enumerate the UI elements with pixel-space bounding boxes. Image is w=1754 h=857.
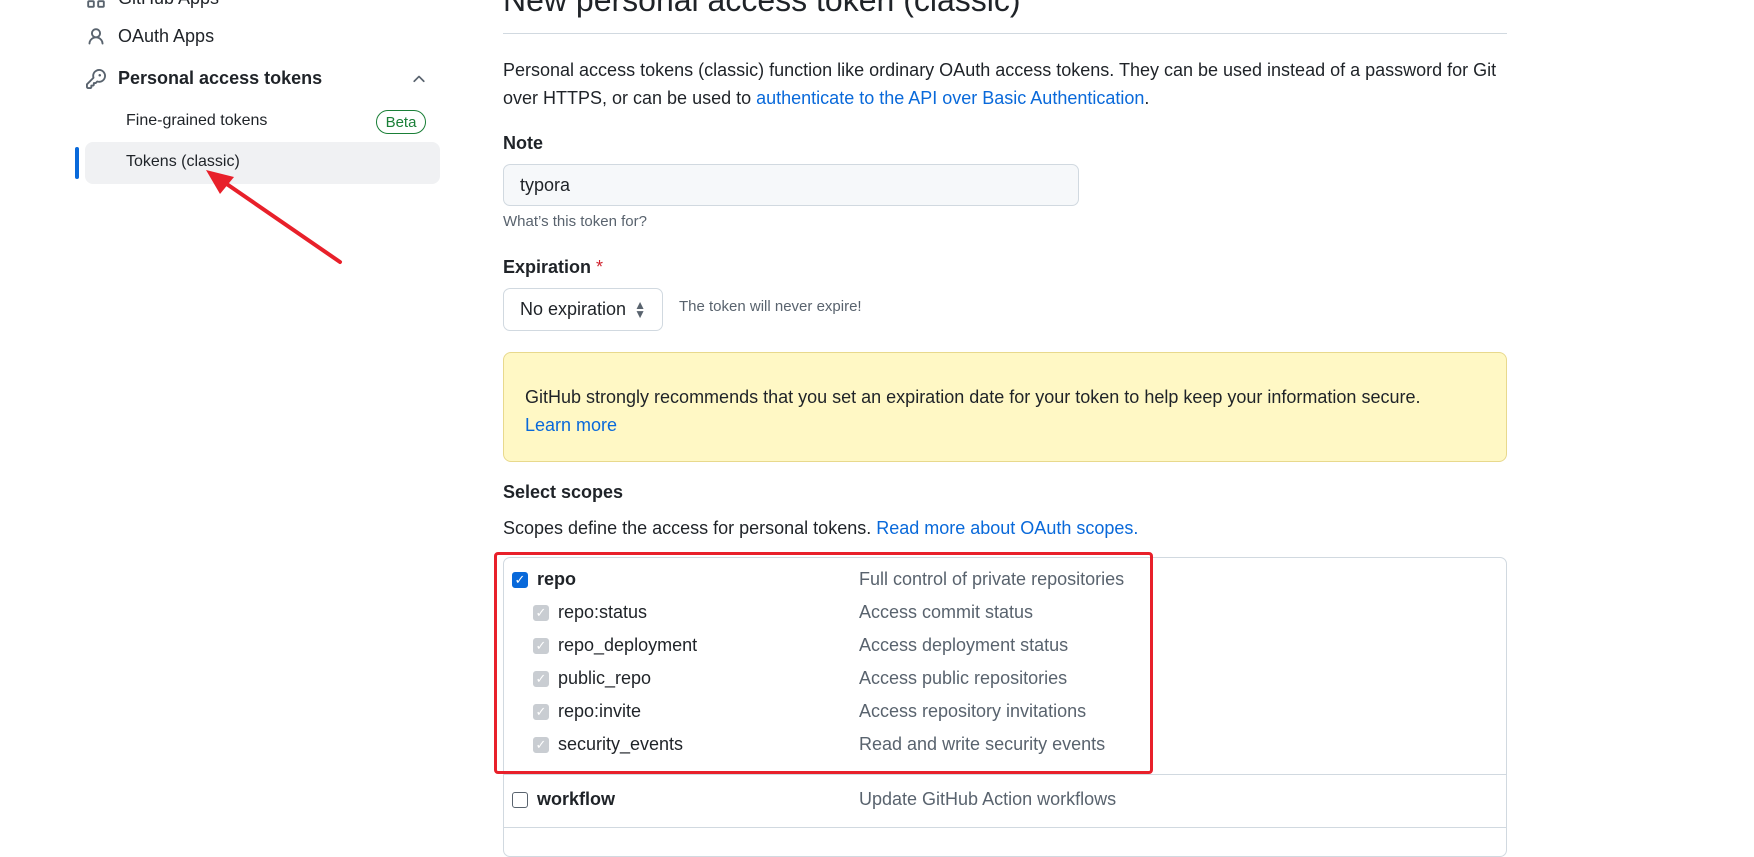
sidebar-item-label: Personal access tokens	[118, 68, 323, 88]
sidebar-item-label: GitHub Apps	[118, 0, 219, 9]
expiration-label-text: Expiration	[503, 257, 592, 277]
apps-grid-icon	[86, 0, 106, 9]
expiration-hint: The token will never expire!	[679, 298, 862, 315]
intro-end: .	[1144, 88, 1150, 108]
scope-divider	[504, 827, 1506, 828]
expiration-label: Expiration *	[503, 257, 603, 278]
expiration-warning: GitHub strongly recommends that you set …	[503, 352, 1507, 462]
select-arrows-icon: ▲ ▼	[634, 297, 646, 321]
sidebar-item-fine-grained-tokens[interactable]: Fine-grained tokens	[126, 112, 267, 130]
sidebar-item-personal-access-tokens[interactable]: Personal access tokens	[86, 68, 322, 89]
expiration-value: No expiration	[520, 299, 627, 319]
beta-badge: Beta	[376, 110, 426, 134]
required-marker: *	[596, 257, 604, 277]
chevron-up-icon[interactable]	[410, 70, 428, 93]
annotation-arrow	[206, 170, 342, 264]
basic-auth-link[interactable]: authenticate to the API over Basic Authe…	[756, 88, 1144, 108]
intro-paragraph: Personal access tokens (classic) functio…	[503, 56, 1507, 112]
annotation-highlight-box	[494, 552, 1153, 774]
key-icon	[86, 68, 106, 89]
note-hint: What’s this token for?	[503, 213, 647, 230]
title-divider	[503, 33, 1507, 34]
scope-divider	[504, 774, 1506, 775]
sidebar-item-label: OAuth Apps	[118, 26, 215, 46]
sidebar-active-indicator	[75, 147, 79, 179]
scope-checkbox[interactable]	[512, 791, 528, 808]
note-value: typora	[520, 174, 571, 195]
sidebar-item-oauth-apps[interactable]: OAuth Apps	[86, 26, 214, 47]
scope-row-workflow[interactable]: workflow	[512, 789, 615, 810]
select-scopes-label: Select scopes	[503, 482, 624, 502]
scopes-description: Scopes define the access for personal to…	[503, 518, 1138, 539]
warning-text: GitHub strongly recommends that you set …	[525, 387, 1421, 407]
oauth-scopes-link[interactable]: Read more about OAuth scopes.	[876, 518, 1138, 538]
scope-description: Update GitHub Action workflows	[859, 789, 1117, 809]
page-title: New personal access token (classic)	[503, 0, 1021, 18]
sidebar-item-github-apps[interactable]: GitHub Apps	[86, 0, 219, 9]
learn-more-link[interactable]: Learn more	[525, 415, 617, 435]
note-label: Note	[503, 133, 543, 153]
note-input[interactable]: typora	[503, 164, 1079, 206]
scope-name: workflow	[537, 789, 616, 809]
expiration-select[interactable]: No expiration ▲ ▼	[503, 288, 663, 331]
person-icon	[86, 27, 106, 47]
scopes-desc-text: Scopes define the access for personal to…	[503, 518, 877, 538]
